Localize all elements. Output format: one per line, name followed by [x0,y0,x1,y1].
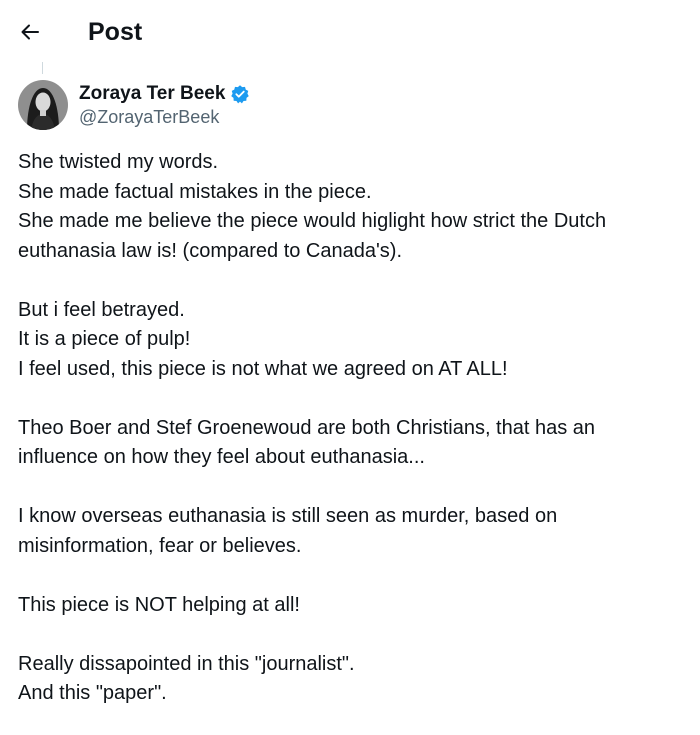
thread-connector [42,62,43,74]
display-name-row: Zoraya Ter Beek [79,82,250,106]
post-text-line: But i feel betrayed. [18,298,185,321]
post-text-line: She twisted my words. [18,151,219,173]
post-text-line: I know overseas euthanasia is still seen… [18,505,558,527]
post-text-line: She made factual mistakes in the piece. [18,180,372,203]
post-text-line: She made me believe the piece would higl… [18,210,607,232]
post-text-line: influence on how they feel about euthana… [18,446,425,468]
display-name[interactable]: Zoraya Ter Beek [79,83,225,105]
top-bar: Post [0,0,700,62]
verified-badge-icon [230,84,250,104]
back-button[interactable] [16,18,44,46]
post-text-line: Really dissapointed in this "journalist"… [18,652,355,675]
avatar[interactable] [18,80,68,130]
post-text-line: misinformation, fear or believes. [18,534,302,557]
post-text-line: I feel used, this piece is not what we a… [18,357,508,380]
post-text-line: And this "paper". [18,682,167,704]
post-text-line: Theo Boer and Stef Groenewoud are both C… [18,416,596,439]
post-author: Zoraya Ter Beek @ZorayaTerBeek [18,77,250,133]
arrow-left-icon [21,24,39,40]
author-names: Zoraya Ter Beek @ZorayaTerBeek [79,82,250,128]
avatar-image [18,80,68,130]
page-title: Post [88,18,143,46]
post-text-line: This piece is NOT helping at all! [18,593,300,616]
post-text-line: euthanasia law is! (compared to Canada's… [18,239,403,262]
post-text-line: It is a piece of pulp! [18,328,191,350]
post-text: She twisted my words. She made factual m… [18,148,688,709]
handle[interactable]: @ZorayaTerBeek [79,106,250,128]
